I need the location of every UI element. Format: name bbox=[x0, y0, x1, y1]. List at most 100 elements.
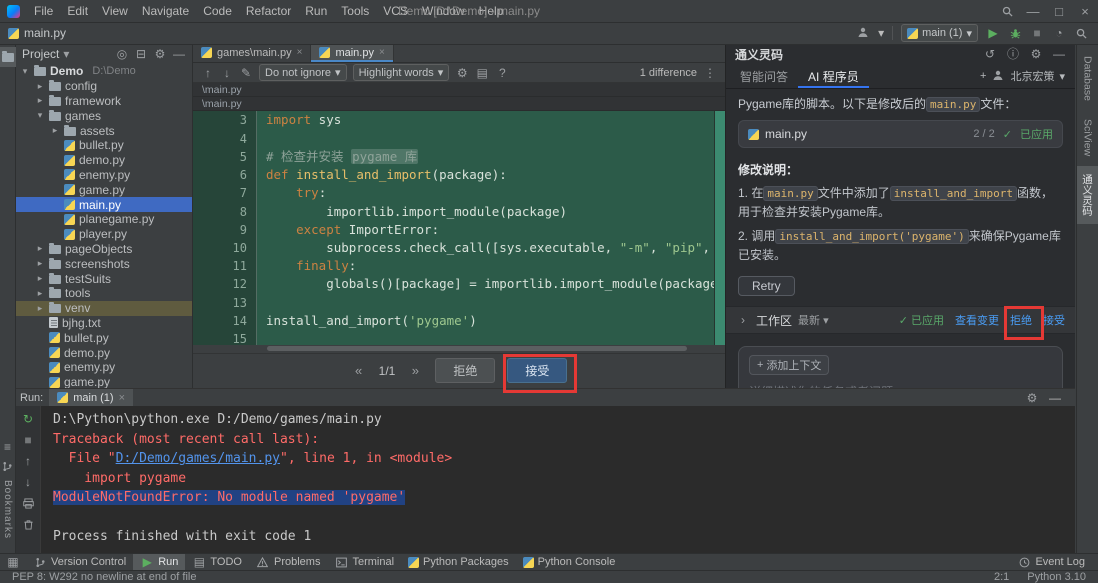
horizontal-scrollbar[interactable] bbox=[193, 345, 725, 353]
run-configuration-combo[interactable]: main (1) ▾ bbox=[901, 24, 978, 42]
gear-icon[interactable]: ⚙ bbox=[1025, 391, 1039, 405]
menu-item-file[interactable]: File bbox=[27, 0, 60, 22]
workspace-latest-dropdown[interactable]: 最新 ▾ bbox=[798, 312, 829, 328]
collapse-all-icon[interactable]: ⊟ bbox=[134, 47, 148, 61]
chevron-right-icon[interactable]: ▸ bbox=[35, 288, 45, 299]
search-icon[interactable] bbox=[994, 0, 1020, 22]
tool-window-button-python-packages[interactable]: Python Packages bbox=[401, 554, 516, 570]
minimize-icon[interactable]: — bbox=[1020, 0, 1046, 22]
tree-item-pageObjects[interactable]: ▸pageObjects bbox=[16, 242, 192, 257]
ai-account[interactable]: + 北京宏策 ▾ bbox=[980, 68, 1071, 84]
chevron-right-icon[interactable]: ▸ bbox=[35, 81, 45, 92]
close-icon[interactable]: × bbox=[379, 47, 385, 58]
info-icon[interactable]: ⓘ bbox=[1006, 47, 1020, 61]
print-icon[interactable] bbox=[21, 496, 35, 510]
menu-item-tools[interactable]: Tools bbox=[334, 0, 376, 22]
settings-icon[interactable]: ⚙ bbox=[153, 47, 167, 61]
maximize-icon[interactable]: □ bbox=[1046, 0, 1072, 22]
ai-tab-智能问答[interactable]: 智能问答 bbox=[730, 64, 798, 88]
ignore-policy-dropdown[interactable]: Do not ignore ▾ bbox=[259, 64, 347, 81]
editor-tab-main.py[interactable]: main.py× bbox=[311, 44, 393, 62]
ai-file-card[interactable]: main.py 2 / 2 ✓ 已应用 bbox=[738, 120, 1063, 148]
tool-window-button-terminal[interactable]: Terminal bbox=[327, 554, 401, 570]
close-icon[interactable]: × bbox=[119, 392, 125, 404]
tree-item-bullet.py[interactable]: bullet.py bbox=[16, 138, 192, 153]
settings-icon[interactable]: ⚙ bbox=[1029, 47, 1043, 61]
hide-icon[interactable]: — bbox=[1052, 47, 1066, 61]
diff-reject-button[interactable]: 拒绝 bbox=[435, 358, 495, 383]
profiler-icon[interactable]: ◔ bbox=[1052, 26, 1066, 40]
history-icon[interactable]: ↺ bbox=[983, 47, 997, 61]
diff-editor[interactable]: 3456789101112131415 import sys# 检查并安装 py… bbox=[193, 111, 725, 344]
previous-difference-icon[interactable]: « bbox=[351, 363, 367, 378]
chevron-right-icon[interactable]: ▸ bbox=[35, 273, 45, 284]
workspace-reject-link[interactable]: 拒绝 bbox=[1010, 312, 1032, 328]
user-icon[interactable] bbox=[856, 25, 870, 41]
tree-item-bullet.py[interactable]: bullet.py bbox=[16, 330, 192, 345]
chevron-right-icon[interactable]: ▸ bbox=[35, 258, 45, 269]
project-panel-title[interactable]: Project bbox=[22, 47, 59, 61]
menu-item-run[interactable]: Run bbox=[298, 0, 334, 22]
scrollbar-thumb[interactable] bbox=[267, 346, 687, 351]
hide-icon[interactable]: — bbox=[1049, 391, 1061, 405]
tree-item-demo.py[interactable]: demo.py bbox=[16, 345, 192, 360]
chevron-right-icon[interactable]: ▸ bbox=[35, 243, 45, 254]
stop-icon[interactable]: ■ bbox=[1030, 26, 1044, 40]
tree-item-assets[interactable]: ▸assets bbox=[16, 123, 192, 138]
switcher-icon[interactable]: ▦ bbox=[6, 555, 20, 569]
menu-item-navigate[interactable]: Navigate bbox=[135, 0, 196, 22]
scroll-up-icon[interactable]: ↑ bbox=[21, 454, 35, 468]
tree-item-bjhg.txt[interactable]: bjhg.txt bbox=[16, 316, 192, 331]
clipboard-icon[interactable]: ▤ bbox=[475, 66, 489, 80]
tree-item-games[interactable]: ▾games bbox=[16, 108, 192, 123]
tree-item-player.py[interactable]: player.py bbox=[16, 227, 192, 242]
menu-item-edit[interactable]: Edit bbox=[60, 0, 95, 22]
workspace-view-changes-link[interactable]: 查看变更 bbox=[955, 312, 999, 328]
chevron-right-icon[interactable]: › bbox=[736, 313, 750, 327]
interpreter-indicator[interactable]: Python 3.10 bbox=[1027, 571, 1086, 583]
tree-item-screenshots[interactable]: ▸screenshots bbox=[16, 256, 192, 271]
diff-accept-button[interactable]: 接受 bbox=[507, 358, 567, 383]
down-icon[interactable]: ↓ bbox=[220, 66, 234, 80]
scroll-down-icon[interactable]: ↓ bbox=[21, 475, 35, 489]
add-context-chip[interactable]: + 添加上下文 bbox=[749, 355, 829, 375]
tree-item-testSuits[interactable]: ▸testSuits bbox=[16, 271, 192, 286]
search-icon[interactable] bbox=[1074, 26, 1088, 40]
chevron-down-icon[interactable]: ▾ bbox=[20, 66, 30, 77]
ai-input-box[interactable]: + 添加上下文 详细描述你的任务或者问题 qwen-2.5 ▾ Ctrl+Ent… bbox=[738, 346, 1063, 388]
status-message[interactable]: PEP 8: W292 no newline at end of file bbox=[12, 571, 196, 583]
menu-item-refactor[interactable]: Refactor bbox=[239, 0, 298, 22]
close-icon[interactable]: × bbox=[297, 47, 303, 58]
tree-item-tools[interactable]: ▸tools bbox=[16, 286, 192, 301]
console-output[interactable]: D:\Python\python.exe D:/Demo/games/main.… bbox=[41, 406, 1075, 553]
next-difference-icon[interactable]: » bbox=[407, 363, 423, 378]
tree-item-framework[interactable]: ▸framework bbox=[16, 94, 192, 109]
new-session-icon[interactable]: + bbox=[980, 70, 986, 82]
editor-tab-games\main.py[interactable]: games\main.py× bbox=[193, 44, 311, 62]
tool-window-button-run[interactable]: ▶Run bbox=[133, 554, 185, 570]
up-icon[interactable]: ↑ bbox=[201, 66, 215, 80]
kebab-menu-icon[interactable]: ⋮ bbox=[703, 66, 717, 80]
pencil-icon[interactable]: ✎ bbox=[239, 66, 253, 80]
rerun-icon[interactable]: ↻ bbox=[21, 412, 35, 426]
tree-item-Demo[interactable]: ▾DemoD:\Demo bbox=[16, 64, 192, 79]
tree-item-venv[interactable]: ▸venv bbox=[16, 301, 192, 316]
workspace-accept-link[interactable]: 接受 bbox=[1043, 312, 1065, 328]
tool-window-button-python-console[interactable]: Python Console bbox=[516, 554, 623, 570]
gear-icon[interactable]: ⚙ bbox=[455, 66, 469, 80]
tool-window-button-event-log[interactable]: Event Log bbox=[1010, 555, 1092, 569]
ai-tab-AI 程序员[interactable]: AI 程序员 bbox=[798, 64, 869, 88]
diff-change-scrollbar[interactable] bbox=[714, 111, 725, 344]
branch-icon[interactable] bbox=[1, 460, 15, 474]
highlight-mode-dropdown[interactable]: Highlight words ▾ bbox=[353, 64, 450, 81]
tree-item-game.py[interactable]: game.py bbox=[16, 375, 192, 388]
close-icon[interactable]: × bbox=[1072, 0, 1098, 22]
chevron-down-icon[interactable]: ▾ bbox=[35, 110, 45, 121]
gear-icon[interactable]: ⚙ bbox=[1025, 391, 1039, 405]
debug-icon[interactable] bbox=[1008, 26, 1022, 40]
stop-icon[interactable]: ■ bbox=[21, 433, 35, 447]
right-rail-item-Database[interactable]: Database bbox=[1079, 48, 1097, 109]
chevron-right-icon[interactable]: ▸ bbox=[50, 125, 60, 136]
chevron-right-icon[interactable]: ▸ bbox=[35, 95, 45, 106]
run-icon[interactable]: ▶ bbox=[986, 26, 1000, 40]
